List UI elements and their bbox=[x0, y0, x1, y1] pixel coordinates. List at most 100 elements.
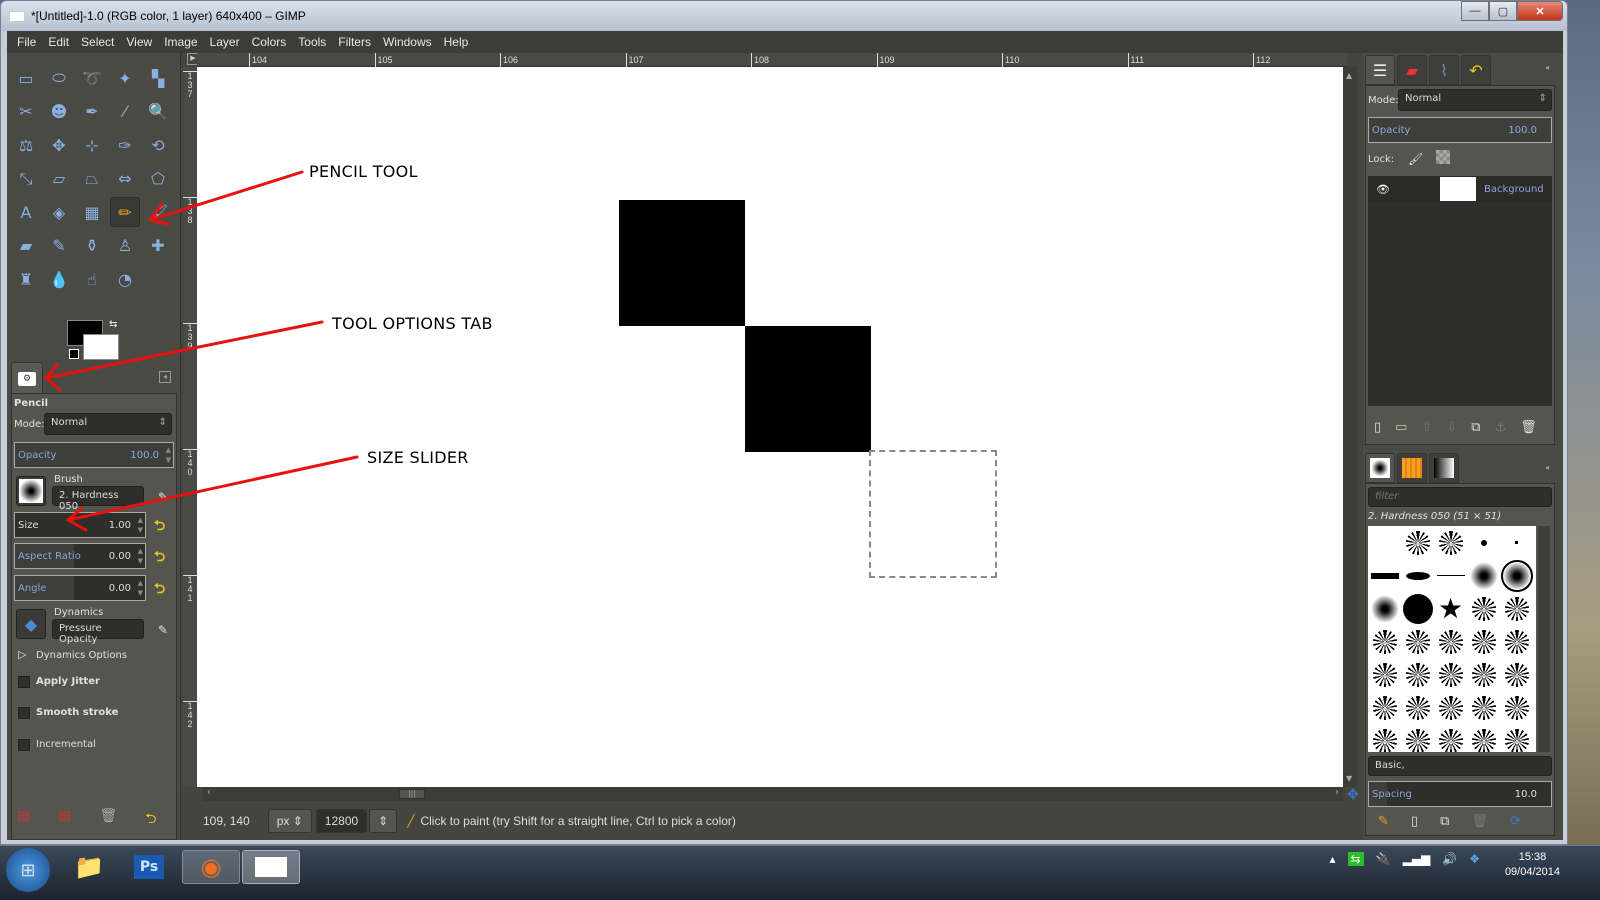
new-brush-icon[interactable]: ▯ bbox=[1411, 814, 1418, 829]
delete-options-icon[interactable]: 🗑 bbox=[99, 808, 117, 832]
size-slider[interactable]: Size 1.00 ▲ ▼ bbox=[14, 512, 146, 538]
tool-color-picker[interactable]: ⁄ bbox=[110, 97, 140, 127]
raise-layer-icon[interactable]: ⇧ bbox=[1421, 420, 1432, 435]
tool-blur[interactable]: 💧 bbox=[44, 264, 74, 294]
expander-triangle-icon[interactable]: ▷ bbox=[18, 648, 26, 661]
dropbox-icon[interactable]: ❖ bbox=[1469, 852, 1480, 866]
tool-perspective-clone[interactable]: ♜ bbox=[11, 264, 41, 294]
brush-item[interactable] bbox=[1467, 526, 1500, 559]
brush-item[interactable] bbox=[1467, 592, 1500, 625]
tool-clone[interactable]: ♙ bbox=[110, 231, 140, 261]
duplicate-brush-icon[interactable]: ⧉ bbox=[1440, 814, 1449, 829]
scroll-thumb[interactable]: ||| bbox=[399, 789, 425, 799]
brush-item[interactable] bbox=[1401, 691, 1434, 724]
tool-select-by-color[interactable]: ▚ bbox=[143, 63, 173, 93]
scroll-left-icon[interactable]: ‹ bbox=[207, 787, 211, 798]
brush-item[interactable] bbox=[1368, 691, 1401, 724]
tool-smudge[interactable]: ☝ bbox=[77, 264, 107, 294]
dynamics-options-expander[interactable]: Dynamics Options bbox=[36, 650, 127, 661]
delete-layer-icon[interactable]: 🗑 bbox=[1520, 420, 1537, 435]
brush-item[interactable] bbox=[1401, 658, 1434, 691]
brush-item[interactable] bbox=[1500, 691, 1533, 724]
layers-tab[interactable]: ☰ bbox=[1365, 55, 1395, 85]
image-canvas[interactable]: PENCIL TOOL TOOL OPTIONS TAB SIZE SLIDER bbox=[197, 67, 1343, 787]
horizontal-scrollbar[interactable]: ‹ ||| › bbox=[203, 787, 1343, 801]
brush-item[interactable] bbox=[1434, 691, 1467, 724]
brush-item[interactable] bbox=[1401, 526, 1434, 559]
opacity-slider[interactable]: Opacity 100.0 ▲ ▼ bbox=[14, 442, 174, 468]
edit-brush-icon[interactable]: ✎ bbox=[1378, 814, 1389, 829]
brush-item[interactable] bbox=[1467, 559, 1500, 592]
tool-ellipse-select[interactable]: ⬭ bbox=[44, 63, 74, 93]
tool-perspective[interactable]: ⏢ bbox=[77, 164, 107, 194]
brush-preview[interactable] bbox=[16, 476, 46, 506]
brush-item[interactable] bbox=[1467, 724, 1500, 752]
menu-colors[interactable]: Colors bbox=[246, 35, 293, 49]
brush-filter-input[interactable]: filter bbox=[1368, 487, 1552, 507]
brush-item[interactable] bbox=[1434, 559, 1467, 592]
new-layer-group-icon[interactable]: ▭ bbox=[1395, 420, 1407, 435]
tool-paths[interactable]: ✒ bbox=[77, 97, 107, 127]
brush-item[interactable] bbox=[1500, 559, 1533, 592]
brush-name-field[interactable]: 2. Hardness 050 bbox=[52, 486, 144, 512]
brush-item[interactable] bbox=[1467, 691, 1500, 724]
spin-arrows-icon[interactable]: ▲ ▼ bbox=[138, 546, 143, 566]
signal-icon[interactable]: ▂▄▆ bbox=[1403, 852, 1431, 866]
edit-brush-icon[interactable]: ✎ bbox=[158, 490, 168, 504]
spacing-slider[interactable]: Spacing 10.0 bbox=[1368, 781, 1552, 807]
volume-icon[interactable]: 🔊 bbox=[1442, 852, 1457, 866]
taskbar-firefox[interactable]: ◉ bbox=[182, 850, 240, 884]
scroll-down-icon[interactable]: ▼ bbox=[1346, 774, 1352, 783]
tool-options-tab[interactable]: ⚙ bbox=[11, 362, 43, 394]
menu-file[interactable]: File bbox=[11, 35, 42, 49]
tool-ink[interactable]: ⚱ bbox=[77, 231, 107, 261]
duplicate-layer-icon[interactable]: ⧉ bbox=[1471, 420, 1480, 435]
tool-move[interactable]: ✥ bbox=[44, 130, 74, 160]
menu-tools[interactable]: Tools bbox=[292, 35, 332, 49]
tool-scissors-select[interactable]: ✂ bbox=[11, 97, 41, 127]
brush-scrollbar[interactable] bbox=[1538, 526, 1550, 752]
taskbar-explorer[interactable]: 📁 bbox=[60, 850, 118, 884]
close-button[interactable]: ✕ bbox=[1517, 1, 1563, 21]
lock-pixels-icon[interactable]: 🖌 bbox=[1408, 152, 1423, 166]
tool-rotate[interactable]: ⟲ bbox=[143, 130, 173, 160]
refresh-brushes-icon[interactable]: ⟳ bbox=[1510, 814, 1521, 829]
dock-menu-icon[interactable]: ◂ bbox=[1545, 463, 1549, 472]
brush-item[interactable]: ★ bbox=[1434, 592, 1467, 625]
lower-layer-icon[interactable]: ⇩ bbox=[1446, 420, 1457, 435]
tool-zoom[interactable]: 🔍 bbox=[143, 97, 173, 127]
tool-measure[interactable]: ⚖ bbox=[11, 130, 41, 160]
undo-history-tab[interactable]: ↶ bbox=[1461, 55, 1491, 85]
brush-item[interactable] bbox=[1500, 526, 1533, 559]
tool-dodge-burn[interactable]: ◔ bbox=[110, 264, 140, 294]
tool-eraser[interactable]: ▰ bbox=[11, 231, 41, 261]
brush-item[interactable] bbox=[1401, 625, 1434, 658]
brush-item[interactable] bbox=[1368, 526, 1401, 559]
taskbar-photoshop[interactable]: Ps bbox=[120, 850, 178, 884]
network-sync-icon[interactable]: ⇆ bbox=[1347, 852, 1364, 866]
background-color[interactable] bbox=[83, 334, 119, 360]
spin-arrows-icon[interactable]: ▲ ▼ bbox=[138, 578, 143, 598]
tool-cage-transform[interactable]: ⬠ bbox=[143, 164, 173, 194]
navigate-icon[interactable]: ✥ bbox=[1347, 787, 1359, 803]
brush-item[interactable] bbox=[1500, 724, 1533, 752]
brush-item[interactable] bbox=[1434, 526, 1467, 559]
brush-tag-field[interactable]: Basic, bbox=[1368, 756, 1552, 776]
menu-windows[interactable]: Windows bbox=[377, 35, 438, 49]
patterns-tab[interactable] bbox=[1397, 453, 1427, 483]
brush-item[interactable] bbox=[1500, 592, 1533, 625]
tool-foreground-select[interactable]: ☻ bbox=[44, 97, 74, 127]
spin-arrows-icon[interactable]: ▲ ▼ bbox=[138, 515, 143, 535]
brush-item[interactable] bbox=[1500, 658, 1533, 691]
tool-fuzzy-select[interactable]: ✦ bbox=[110, 63, 140, 93]
swap-colors-icon[interactable]: ⇆ bbox=[109, 319, 117, 330]
menu-help[interactable]: Help bbox=[438, 35, 475, 49]
tool-airbrush[interactable]: ✎ bbox=[44, 231, 74, 261]
mode-select[interactable]: Normal ⇕ bbox=[44, 413, 172, 435]
tool-paintbrush[interactable]: 🖌 bbox=[143, 197, 173, 227]
brush-item[interactable] bbox=[1434, 658, 1467, 691]
power-icon[interactable]: 🔌 bbox=[1376, 852, 1391, 866]
panel-menu-icon[interactable]: ◂ bbox=[159, 371, 171, 383]
taskbar-gimp[interactable] bbox=[242, 850, 300, 884]
incremental-checkbox[interactable] bbox=[18, 739, 30, 751]
